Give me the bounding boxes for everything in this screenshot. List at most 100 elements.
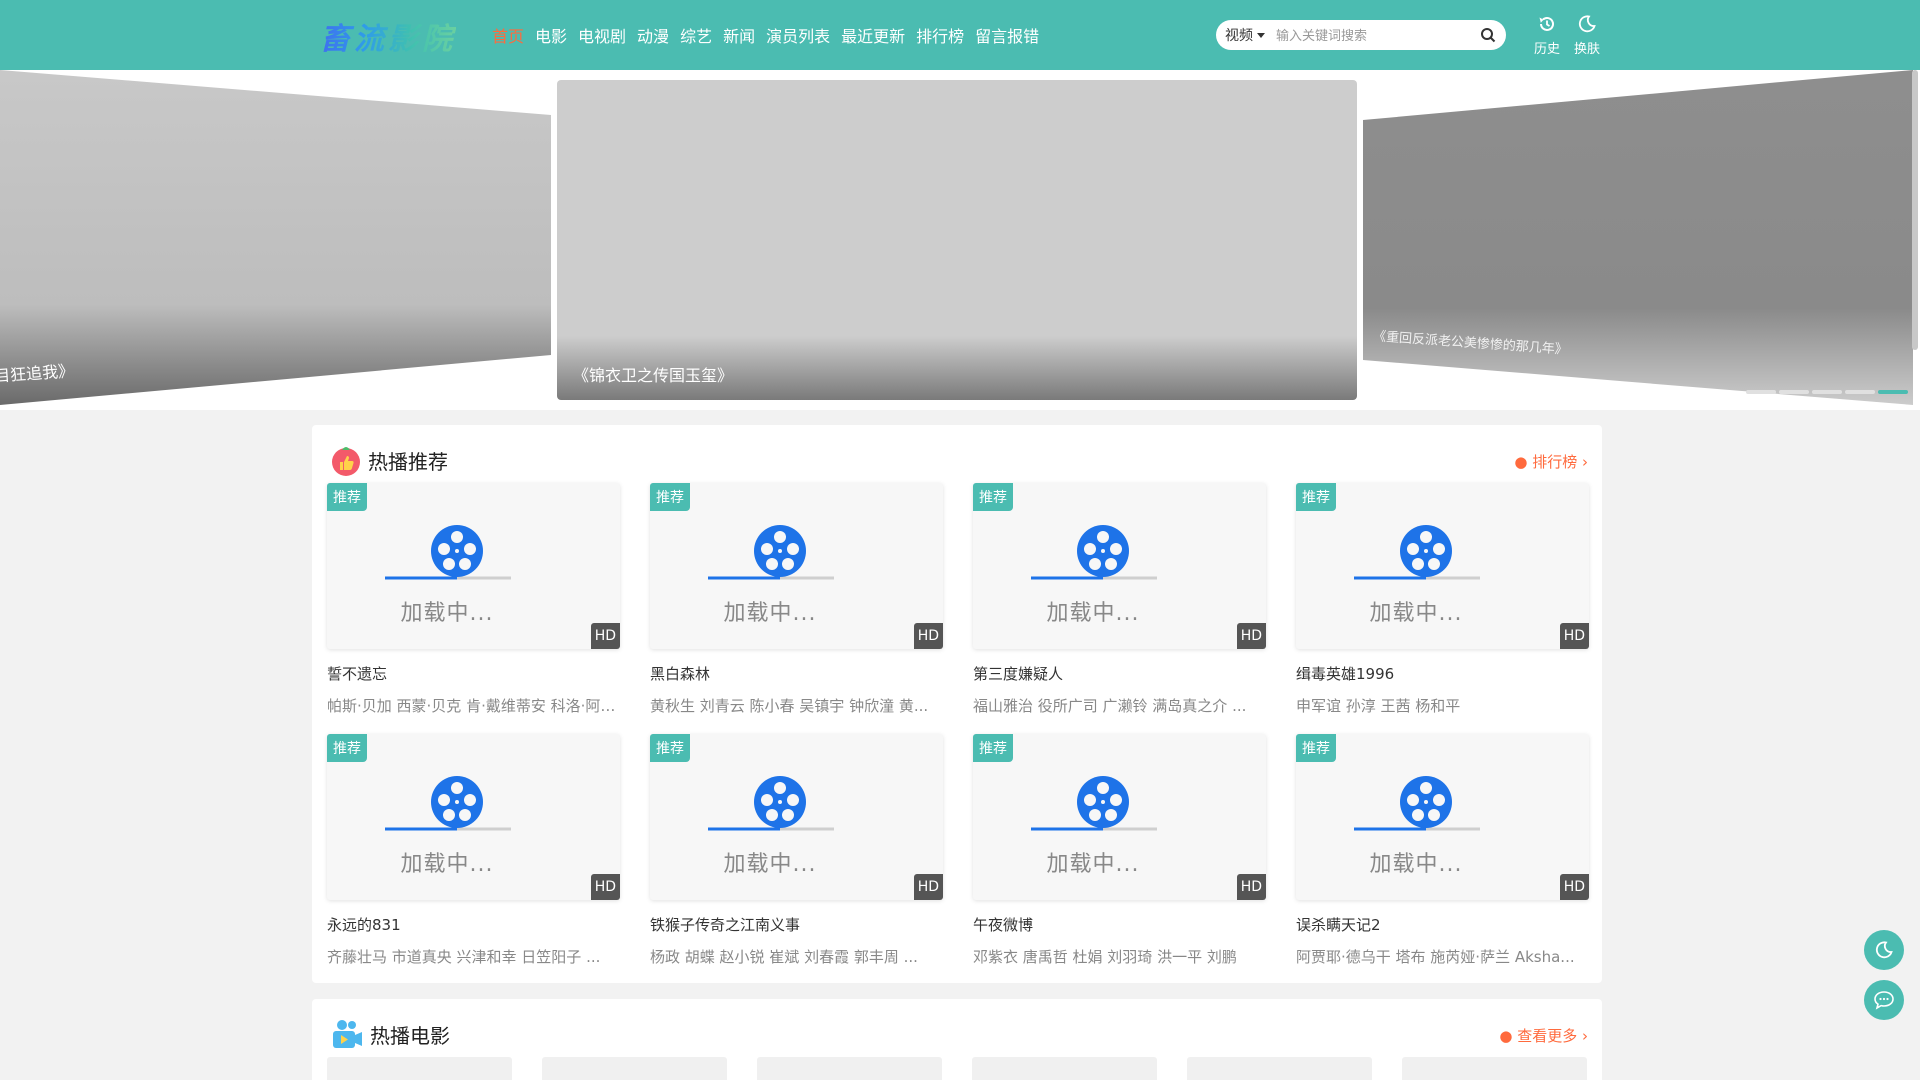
- theme-label: 换肤: [1573, 42, 1600, 57]
- theme-button[interactable]: 换肤: [1570, 14, 1604, 57]
- nav-variety[interactable]: 综艺: [680, 23, 712, 47]
- video-thumbnail[interactable]: 推荐 加载中... HD: [327, 483, 620, 649]
- recommend-badge: 推荐: [973, 734, 1013, 762]
- see-more-label: 查看更多: [1517, 1027, 1578, 1045]
- video-thumbnail[interactable]: 推荐 加载中... HD: [973, 483, 1266, 649]
- nav-actors[interactable]: 演员列表: [766, 23, 830, 47]
- video-card[interactable]: 推荐 加载中... HD 午夜微博邓紫衣 唐禹哲 杜娟 刘羽琦 洪一平 刘鹏: [973, 734, 1266, 967]
- carousel-dot[interactable]: [1779, 390, 1809, 394]
- location-pin-icon: ●: [1514, 453, 1528, 471]
- video-title[interactable]: 铁猴子传奇之江南义事: [650, 914, 943, 935]
- search-type-select[interactable]: 视频: [1216, 25, 1266, 45]
- carousel-dot-active[interactable]: [1878, 390, 1908, 394]
- video-thumbnail[interactable]: 推荐加载中... HD: [1296, 483, 1589, 649]
- movie-card-placeholder[interactable]: [327, 1057, 512, 1080]
- history-button[interactable]: 历史: [1530, 14, 1564, 57]
- loading-text: 加载中...: [723, 852, 817, 877]
- loading-text: 加载中...: [1046, 601, 1140, 626]
- video-thumbnail[interactable]: 推荐加载中... HD: [1296, 734, 1589, 900]
- movie-card-placeholder[interactable]: [972, 1057, 1157, 1080]
- carousel-slide-prev[interactable]: 目狂追我》: [0, 70, 551, 405]
- recommend-badge: 推荐: [327, 734, 367, 762]
- hot-movies-panel: 热播电影 ● 查看更多 ›: [312, 999, 1602, 1080]
- see-more-link[interactable]: ● 查看更多 ›: [1499, 1025, 1588, 1046]
- carousel-slide-next[interactable]: 《重回反派老公美惨惨的那几年》: [1363, 70, 1913, 405]
- video-cast: 齐藤壮马 市道真央 兴津和幸 日笠阳子 ...: [327, 948, 601, 966]
- panel-header: 热播推荐: [330, 443, 448, 477]
- hot-recommend-panel: 热播推荐 ● 排行榜 › 推荐 加载中... HD 誓不遗忘 帕斯·贝加 西蒙·贝克 肯…: [312, 425, 1602, 983]
- loading-text: 加载中...: [1369, 601, 1463, 626]
- carousel-slide-active[interactable]: 《锦衣卫之传国玉玺》: [557, 80, 1357, 400]
- panel-title: 热播电影: [370, 1025, 450, 1048]
- video-grid: 推荐 加载中... HD 誓不遗忘 帕斯·贝加 西蒙·贝克 肯·戴维蒂安 科洛·阿林托 …: [327, 483, 1589, 967]
- film-reel-icon: [385, 525, 511, 580]
- panel-header: 热播电影: [330, 1017, 450, 1051]
- movie-card-placeholder[interactable]: [1187, 1057, 1372, 1080]
- loading-text: 加载中...: [400, 852, 494, 877]
- carousel-dot[interactable]: [1845, 390, 1875, 394]
- quality-badge: HD: [1559, 623, 1589, 649]
- movie-card-placeholder[interactable]: [757, 1057, 942, 1080]
- video-card[interactable]: 推荐 加载中... HD 永远的831 齐藤壮马 市道真央 兴津和幸 日笠阳子 ...: [327, 734, 620, 967]
- nav-home[interactable]: 首页: [492, 23, 524, 47]
- nav-tv[interactable]: 电视剧: [578, 23, 626, 47]
- video-thumbnail[interactable]: 推荐 加载中... HD: [650, 483, 943, 649]
- video-cast: 邓紫衣 唐禹哲 杜娟 刘羽琦 洪一平 刘鹏: [973, 948, 1237, 966]
- video-card[interactable]: 推荐 加载中... HD 第三度嫌疑人 福山雅治 役所广司 广濑铃 满岛真之介 ...: [973, 483, 1266, 716]
- quality-badge: HD: [1559, 874, 1589, 900]
- video-title[interactable]: 误杀瞒天记2: [1296, 914, 1589, 935]
- chat-bubble-icon: [1874, 991, 1894, 1010]
- top-header: 畜流影院 首页 电影 电视剧 动漫 综艺 新闻 演员列表 最近更新 排行榜 留言…: [0, 0, 1920, 70]
- nav-ranking[interactable]: 排行榜: [916, 23, 964, 47]
- video-thumbnail[interactable]: 推荐 加载中... HD: [973, 734, 1266, 900]
- video-thumbnail[interactable]: 推荐 加载中... HD: [650, 734, 943, 900]
- video-title[interactable]: 第三度嫌疑人: [973, 663, 1266, 684]
- video-card[interactable]: 推荐 加载中... HD 黑白森林黄秋生 刘青云 陈小春 吴镇宇 钟欣潼 黄...: [650, 483, 943, 716]
- ranking-link[interactable]: ● 排行榜 ›: [1514, 451, 1588, 472]
- video-card[interactable]: 推荐 加载中... HD 误杀瞒天记2 阿贾耶·德乌干 塔布 施芮娅·萨兰 Aksha.…: [1296, 734, 1589, 967]
- page-scrollbar[interactable]: [1912, 70, 1918, 350]
- loading-text: 加载中...: [1369, 852, 1463, 877]
- recommend-badge: 推荐: [650, 734, 690, 762]
- search-icon[interactable]: [1480, 27, 1496, 43]
- site-logo[interactable]: 畜流影院: [320, 14, 456, 58]
- caret-down-icon: [1257, 32, 1265, 38]
- video-title[interactable]: 黑白森林: [650, 663, 943, 684]
- carousel-dot[interactable]: [1746, 390, 1776, 394]
- video-thumbnail[interactable]: 推荐 加载中... HD: [327, 734, 620, 900]
- film-reel-icon: [1354, 525, 1480, 580]
- nav-movies[interactable]: 电影: [535, 23, 567, 47]
- message-button[interactable]: [1864, 980, 1904, 1020]
- location-pin-icon: ●: [1499, 1027, 1513, 1045]
- video-cast: 福山雅治 役所广司 广濑铃 满岛真之介 ...: [973, 697, 1247, 715]
- night-mode-button[interactable]: [1864, 930, 1904, 970]
- video-cast: 申军谊 孙淳 王茜 杨和平: [1296, 697, 1461, 715]
- video-title[interactable]: 永远的831: [327, 914, 620, 935]
- video-card[interactable]: 推荐加载中... HD 缉毒英雄1996 申军谊 孙淳 王茜 杨和平: [1296, 483, 1589, 716]
- video-card[interactable]: 推荐 加载中... HD 铁猴子传奇之江南义事 杨政 胡蝶 赵小锐 崔斌 刘春霞 郭丰周…: [650, 734, 943, 967]
- nav-news[interactable]: 新闻: [723, 23, 755, 47]
- nav-anime[interactable]: 动漫: [637, 23, 669, 47]
- search-input[interactable]: [1266, 27, 1466, 43]
- video-title[interactable]: 誓不遗忘: [327, 663, 620, 684]
- movie-card-placeholder[interactable]: [1402, 1057, 1587, 1080]
- video-title[interactable]: 缉毒英雄1996: [1296, 663, 1589, 684]
- recommend-badge: 推荐: [1296, 734, 1336, 762]
- ranking-link-label: 排行榜: [1532, 453, 1578, 471]
- movie-card-placeholder[interactable]: [542, 1057, 727, 1080]
- nav-latest[interactable]: 最近更新: [841, 23, 905, 47]
- video-title[interactable]: 午夜微博: [973, 914, 1266, 935]
- loading-text: 加载中...: [400, 601, 494, 626]
- video-cast: 黄秋生 刘青云 陈小春 吴镇宇 钟欣潼 黄...: [650, 697, 929, 715]
- moon-icon: [1578, 15, 1596, 33]
- slide-caption: 目狂追我》: [0, 361, 75, 386]
- nav-feedback[interactable]: 留言报错: [975, 23, 1039, 47]
- video-card[interactable]: 推荐 加载中... HD 誓不遗忘 帕斯·贝加 西蒙·贝克 肯·戴维蒂安 科洛·阿林托 …: [327, 483, 620, 716]
- film-reel-icon: [1031, 776, 1157, 831]
- carousel-dot[interactable]: [1812, 390, 1842, 394]
- carousel-pagination: [1746, 390, 1908, 394]
- chevron-right-icon: ›: [1582, 1027, 1588, 1045]
- recommend-badge: 推荐: [1296, 483, 1336, 511]
- panel-title: 热播推荐: [368, 451, 448, 474]
- slide-caption: 《重回反派老公美惨惨的那几年》: [1372, 329, 1569, 358]
